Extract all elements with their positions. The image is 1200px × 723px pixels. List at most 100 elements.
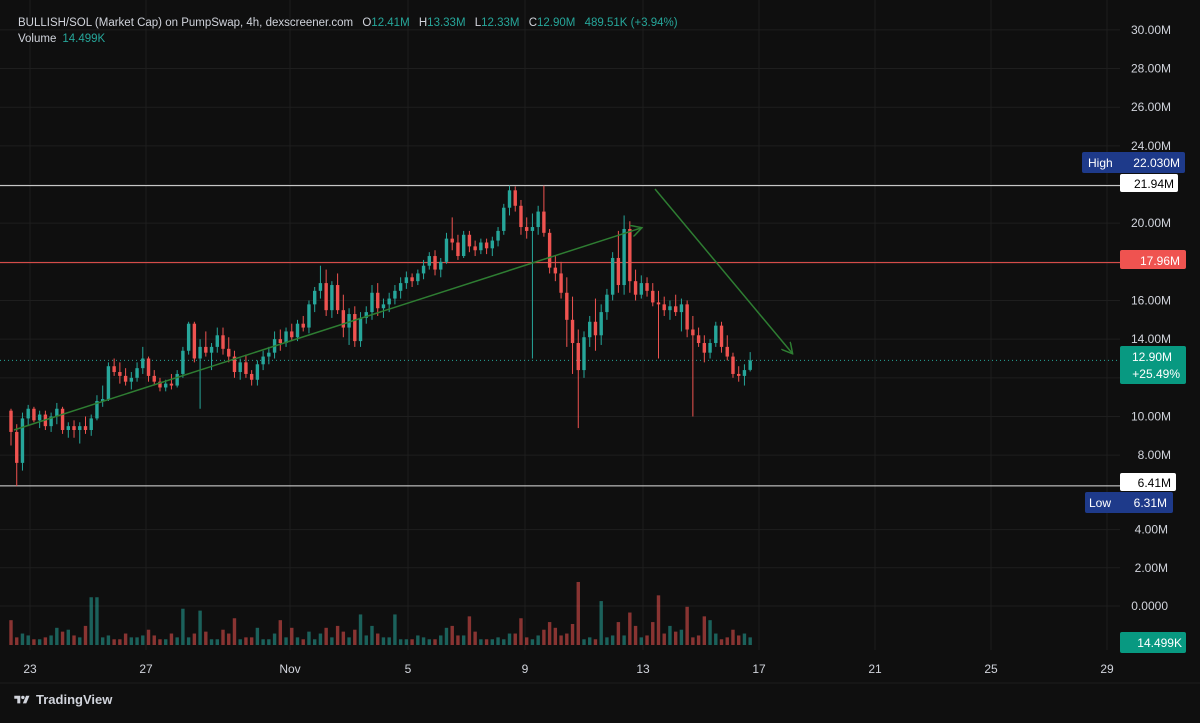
volume-bar <box>708 620 712 645</box>
candle-body <box>146 358 151 376</box>
high-value: 13.33M <box>427 17 466 29</box>
candle-body <box>605 294 609 313</box>
candle-body <box>502 207 506 231</box>
candle-body <box>83 426 88 431</box>
volume-bar <box>255 627 260 645</box>
candle-body <box>335 285 340 311</box>
candle-body <box>484 242 489 249</box>
candle-body <box>152 375 156 382</box>
candle-body <box>410 277 414 282</box>
candle-body <box>209 346 214 353</box>
volume-bar <box>290 627 294 645</box>
tradingview-logo[interactable]: TradingView <box>14 692 112 707</box>
candlestick-chart[interactable]: 30.00M28.00M26.00M24.00M22.00M20.00M18.0… <box>0 0 1200 718</box>
volume-bar <box>347 637 351 645</box>
candle-body <box>324 283 328 311</box>
volume-bar <box>278 620 283 645</box>
volume-bar <box>198 610 202 645</box>
low-badge-value: 6.31M <box>1134 496 1167 510</box>
close-label: C <box>528 17 538 29</box>
candle-body <box>37 414 42 421</box>
candle-body <box>295 323 300 338</box>
candle-body <box>685 304 689 330</box>
volume-bar <box>685 606 689 645</box>
top-line-badge-value: 21.94M <box>1134 177 1174 191</box>
volume-bar <box>244 637 248 645</box>
price-tick-label: 14.00M <box>1131 332 1171 346</box>
last-change-value: +25.49% <box>1132 367 1180 381</box>
price-tick-label: 30.00M <box>1131 23 1171 37</box>
candle-body <box>691 329 695 336</box>
volume-bar <box>164 639 168 645</box>
volume-bar <box>307 631 311 645</box>
volume-bar <box>456 635 460 645</box>
candle-body <box>576 343 580 371</box>
candle-body <box>301 323 305 328</box>
chart-legend: BULLISH/SOL (Market Cap) on PumpSwap, 4h… <box>18 17 678 45</box>
red-line-badge-value: 17.96M <box>1140 254 1180 268</box>
volume-bar <box>645 635 649 645</box>
candle-body <box>376 292 380 309</box>
volume-bar <box>656 595 661 645</box>
volume-tick-label: 2.00M <box>1135 561 1168 575</box>
candle-body <box>513 190 517 206</box>
volume-bar <box>312 639 317 645</box>
volume-bar <box>146 629 151 645</box>
volume-bar <box>78 637 82 645</box>
candle-body <box>175 373 179 386</box>
volume-bar <box>719 639 724 645</box>
volume-bar <box>106 635 111 645</box>
chart-area[interactable]: 30.00M28.00M26.00M24.00M22.00M20.00M18.0… <box>0 0 1200 718</box>
candle-body <box>330 285 334 311</box>
volume-bar <box>444 627 449 645</box>
candle-body <box>353 314 357 342</box>
volume-bar <box>622 635 626 645</box>
volume-bar <box>467 616 472 645</box>
volume-bar <box>387 637 391 645</box>
volume-bar <box>261 639 265 645</box>
open-label: O <box>362 17 372 29</box>
volume-bar <box>376 633 380 645</box>
volume-bar <box>473 631 477 645</box>
volume-bar <box>9 620 13 645</box>
candle-body <box>186 323 191 351</box>
candle-body <box>60 408 65 431</box>
volume-bar <box>576 581 580 645</box>
candle-body <box>398 283 403 291</box>
volume-bar <box>123 633 128 645</box>
candle <box>106 362 111 402</box>
volume-bar <box>628 612 632 645</box>
candle <box>610 252 615 301</box>
volume-bar <box>272 633 277 645</box>
candle-body <box>261 356 265 365</box>
candle-body <box>135 368 139 378</box>
time-tick-label: 27 <box>139 662 153 676</box>
volume-bar <box>72 635 76 645</box>
volume-bar <box>318 633 323 645</box>
volume-bar <box>267 639 271 645</box>
candle-body <box>66 426 70 431</box>
volume-bar <box>15 637 19 645</box>
candle-body <box>507 190 512 208</box>
volume-bar <box>714 633 718 645</box>
change-value: 489.51K (+3.94%) <box>584 17 678 29</box>
candle-body <box>181 350 185 374</box>
candle-body <box>725 346 729 357</box>
volume-bar <box>95 597 99 645</box>
candle-body <box>255 364 260 380</box>
candle-body <box>238 362 242 373</box>
volume-bar <box>565 633 569 645</box>
volume-bar <box>702 616 707 645</box>
price-tick-label: 10.00M <box>1131 409 1171 423</box>
candle-body <box>616 257 621 286</box>
candle-body <box>387 298 391 305</box>
candle <box>547 228 552 274</box>
volume-bar <box>370 625 374 645</box>
candle-body <box>662 304 666 311</box>
volume-bar <box>479 639 483 645</box>
time-tick-label: 25 <box>984 662 998 676</box>
volume-bar <box>484 639 489 645</box>
candle-body <box>192 323 197 359</box>
volume-bar <box>662 633 666 645</box>
candle-body <box>668 306 672 311</box>
